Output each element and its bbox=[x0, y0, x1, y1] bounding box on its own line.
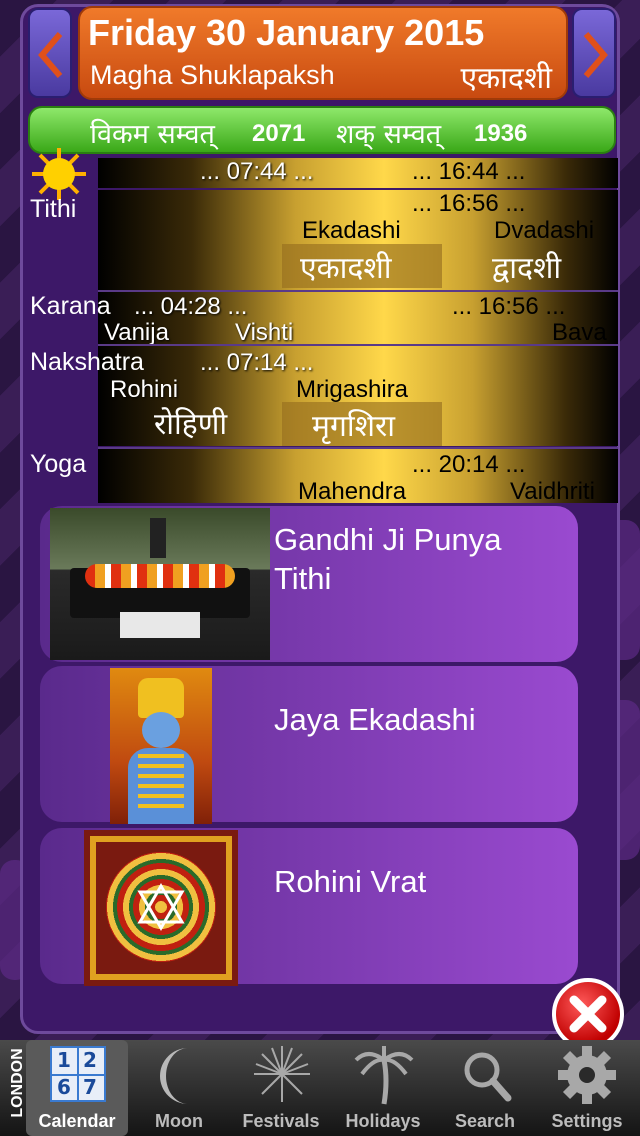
previous-day-button[interactable] bbox=[28, 8, 72, 98]
vikram-samvat-year: 2071 bbox=[252, 120, 306, 147]
next-day-button[interactable] bbox=[572, 8, 616, 98]
samvat-bar: विकम सम्वत् 2071 शक् सम्वत् 1936 bbox=[28, 106, 616, 154]
tab-label: Calendar bbox=[38, 1111, 116, 1131]
tithi-end-time: ... 16:56 ... bbox=[412, 190, 526, 217]
tab-moon[interactable]: Moon bbox=[128, 1040, 230, 1136]
calendar-digit: 7 bbox=[83, 1075, 97, 1099]
tithi-next: Dvadashi bbox=[494, 217, 595, 244]
location-label: LONDON bbox=[9, 1048, 26, 1118]
yoga-label: Yoga bbox=[30, 450, 87, 478]
yoga-end-time: ... 20:14 ... bbox=[412, 451, 526, 478]
tab-search[interactable]: Search bbox=[434, 1040, 536, 1136]
yoga-current: Mahendra bbox=[298, 478, 407, 505]
event-title: Rohini Vrat bbox=[274, 864, 427, 899]
firework-icon bbox=[254, 1046, 310, 1102]
calendar-digit: 2 bbox=[83, 1048, 97, 1072]
event-card-rohini-vrat[interactable]: Rohini Vrat bbox=[40, 828, 578, 986]
calendar-icon: 1 2 6 7 bbox=[50, 1046, 106, 1102]
date-title: Friday 30 January 2015 bbox=[88, 12, 485, 53]
tab-label: Search bbox=[454, 1111, 516, 1131]
chevron-left-icon bbox=[38, 32, 63, 78]
tithi-next-hindi: द्वादशी bbox=[492, 251, 562, 286]
karana-label: Karana bbox=[30, 292, 111, 320]
nakshatra-label: Nakshatra bbox=[30, 348, 144, 376]
event-title: Jaya Ekadashi bbox=[274, 702, 476, 737]
karana-name-1: Vanija bbox=[104, 319, 169, 346]
tab-label: Settings bbox=[551, 1111, 623, 1131]
event-title-line-2: Tithi bbox=[274, 561, 332, 596]
calendar-digit: 6 bbox=[57, 1075, 71, 1099]
moon-icon bbox=[160, 1048, 188, 1104]
samadhi-photo bbox=[50, 508, 270, 660]
karana-time-1: ... 04:28 ... bbox=[134, 293, 248, 320]
tithi-label: Tithi bbox=[30, 195, 77, 223]
tithi-current-hindi: एकादशी bbox=[300, 251, 392, 286]
nakshatra-prev: Rohini bbox=[110, 376, 179, 403]
tithi-current: Ekadashi bbox=[302, 217, 401, 244]
tithi-hindi-label: एकादशी bbox=[460, 61, 553, 96]
close-icon bbox=[569, 995, 607, 1033]
tab-label: Festivals bbox=[242, 1111, 320, 1131]
tab-settings[interactable]: Settings bbox=[536, 1040, 638, 1136]
date-header: Friday 30 January 2015 Magha Shuklapaksh… bbox=[78, 6, 568, 100]
tab-holidays[interactable]: Holidays bbox=[332, 1040, 434, 1136]
palm-tree-icon bbox=[354, 1046, 414, 1105]
yantra-picture bbox=[84, 830, 238, 986]
tab-label: Holidays bbox=[345, 1111, 421, 1131]
yoga-next: Vaidhriti bbox=[510, 478, 595, 505]
chevron-right-icon bbox=[583, 32, 608, 78]
nakshatra-end-time: ... 07:14 ... bbox=[200, 349, 314, 376]
calendar-digit: 1 bbox=[57, 1048, 71, 1072]
sun-timeline bbox=[98, 158, 618, 188]
tab-festivals[interactable]: Festivals bbox=[230, 1040, 332, 1136]
nakshatra-current-hindi: मृगशिरा bbox=[312, 409, 396, 444]
event-title: Gandhi Ji Punya bbox=[274, 522, 502, 557]
nakshatra-current: Mrigashira bbox=[296, 376, 409, 403]
vishnu-picture bbox=[110, 668, 212, 824]
paksha-label: Magha Shuklapaksh bbox=[90, 60, 335, 90]
gear-icon bbox=[558, 1046, 616, 1104]
shak-samvat-label: शक् सम्वत् bbox=[336, 119, 442, 150]
vikram-samvat-label: विकम सम्वत् bbox=[90, 119, 215, 150]
shak-samvat-year: 1936 bbox=[474, 120, 528, 147]
search-icon bbox=[464, 1052, 512, 1102]
karana-time-2: ... 16:56 ... bbox=[452, 293, 566, 320]
nakshatra-prev-hindi: रोहिणी bbox=[154, 407, 228, 442]
event-card-jaya-ekadashi[interactable]: Jaya Ekadashi bbox=[40, 666, 578, 824]
tab-label: Moon bbox=[155, 1111, 203, 1131]
karana-name-2: Vishti bbox=[235, 319, 294, 346]
sunrise-time: ... 07:44 ... bbox=[200, 158, 314, 185]
karana-name-3: Bava bbox=[552, 319, 607, 346]
sun-icon bbox=[32, 148, 86, 200]
tab-calendar[interactable]: 1 2 6 7 Calendar bbox=[26, 1040, 128, 1136]
tab-bar: 1 2 6 7 Calendar Moon Festivals Holidays… bbox=[0, 1040, 640, 1136]
event-card-gandhi[interactable]: Gandhi Ji Punya Tithi bbox=[40, 506, 578, 662]
sunset-time: ... 16:44 ... bbox=[412, 158, 526, 185]
